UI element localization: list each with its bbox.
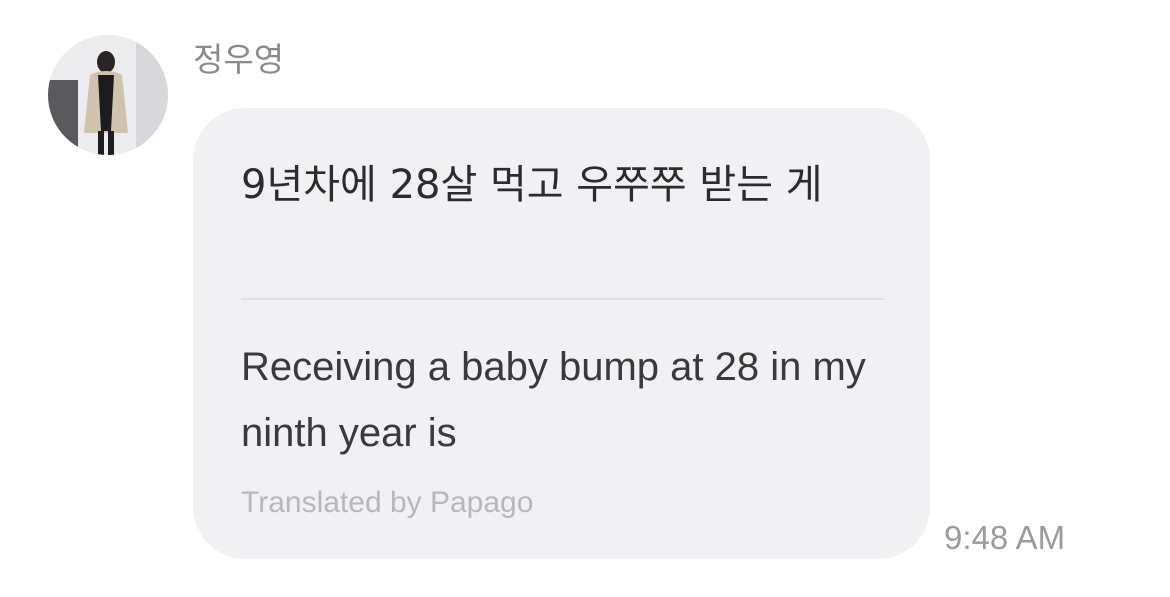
original-message-text: 9년차에 28살 먹고 우쭈쭈 받는 게 <box>241 162 823 208</box>
message-bubble[interactable]: 9년차에 28살 먹고 우쭈쭈 받는 게 Receiving a baby bu… <box>193 108 930 559</box>
sender-avatar[interactable] <box>48 35 168 155</box>
message-timestamp: 9:48 AM <box>944 519 1066 556</box>
sender-name: 정우영 <box>193 40 285 79</box>
translation-credit: Translated by Papago <box>241 486 534 519</box>
avatar-photo-icon <box>48 35 168 155</box>
translation-divider <box>241 298 884 300</box>
chat-message-row: 정우영 9년차에 28살 먹고 우쭈쭈 받는 게 Receiving a bab… <box>0 0 1170 597</box>
translated-message-text: Receiving a baby bump at 28 in my ninth … <box>241 345 866 455</box>
